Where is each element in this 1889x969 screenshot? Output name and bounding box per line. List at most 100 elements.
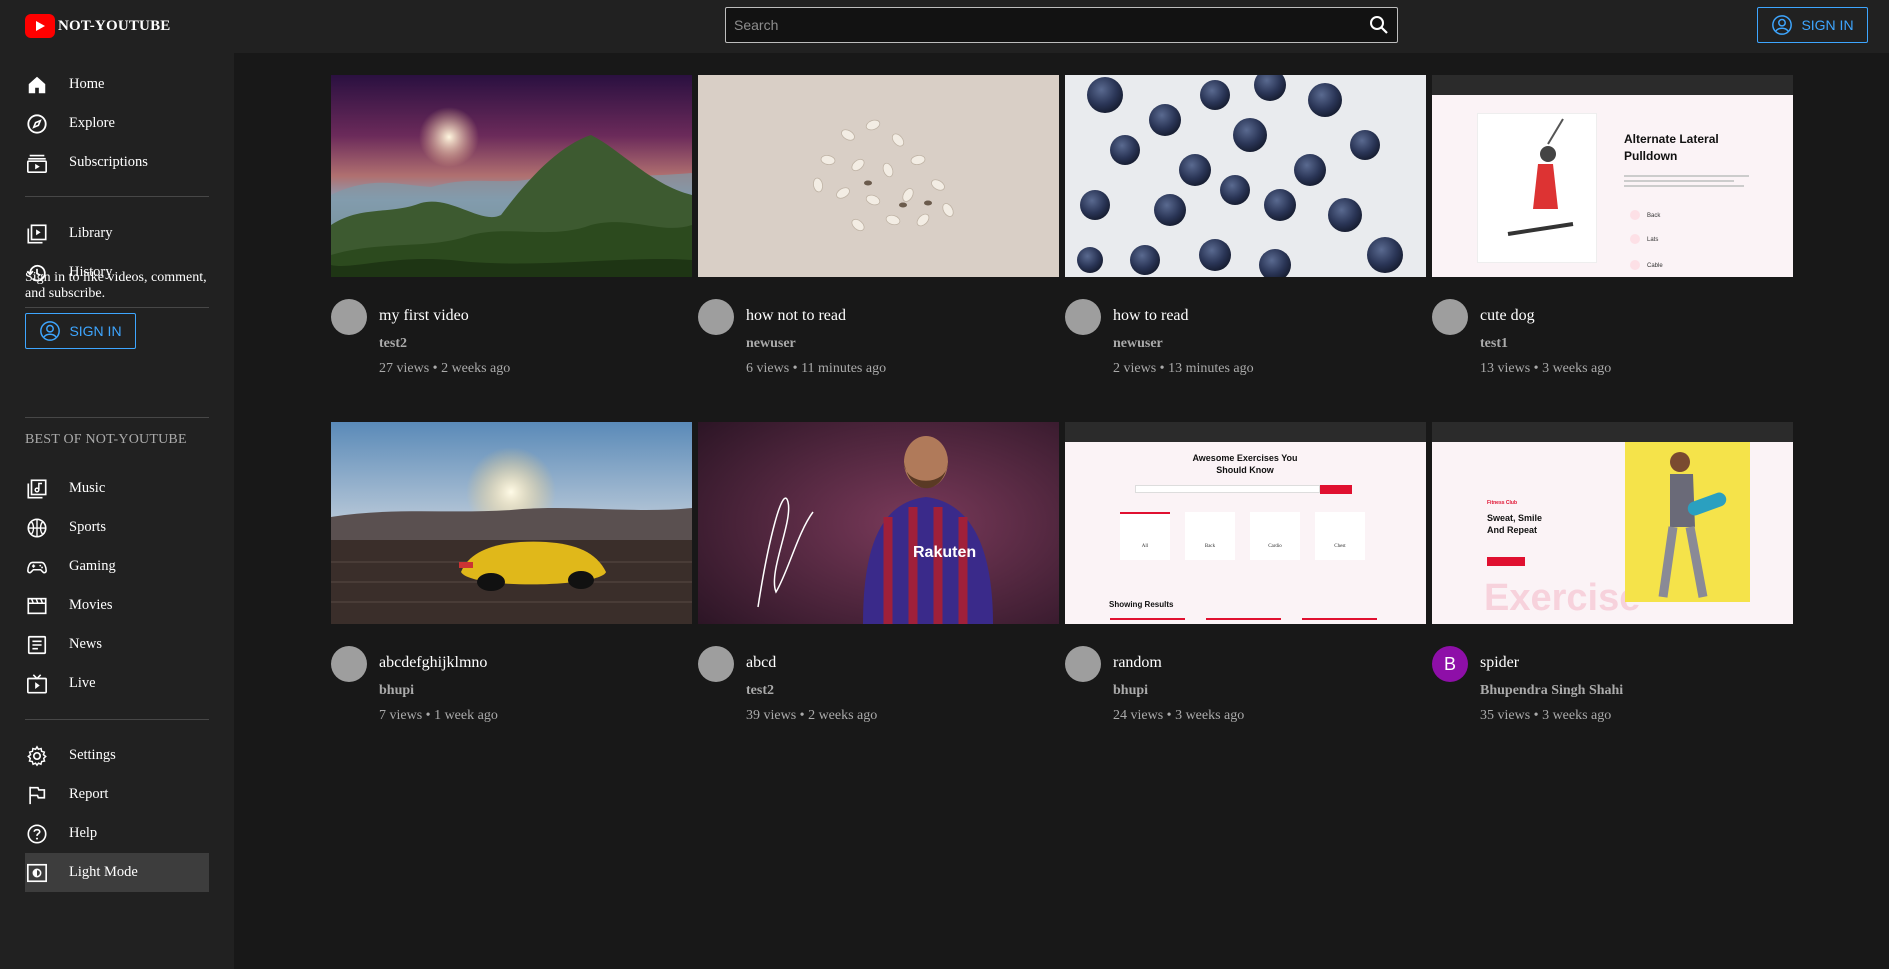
video-card[interactable]: Alternate Lateral Pulldown Back Lats Cab… xyxy=(1432,75,1793,376)
channel-name[interactable]: Bhupendra Singh Shahi xyxy=(1480,683,1623,699)
video-card[interactable]: my first video test2 27 views • 2 weeks … xyxy=(331,75,692,376)
video-meta: 2 views • 13 minutes ago xyxy=(1113,361,1254,376)
sidebar-item-live[interactable]: Live xyxy=(25,664,209,703)
jersey-sponsor: Rakuten xyxy=(913,544,976,561)
thumb-item: Lats xyxy=(1647,237,1659,243)
account-icon xyxy=(40,321,61,341)
video-title[interactable]: random xyxy=(1113,654,1162,672)
video-thumbnail[interactable] xyxy=(331,75,692,277)
gear-icon xyxy=(25,744,49,768)
thumb-cat: Cardio xyxy=(1268,544,1282,549)
sidebar-item-music[interactable]: Music xyxy=(25,469,209,508)
thumb-item: Back xyxy=(1647,213,1661,219)
search-box xyxy=(725,7,1398,43)
sidebar-item-label: Light Mode xyxy=(69,864,138,880)
video-thumbnail[interactable]: Fitness Club Sweat, Smile And Repeat Exe… xyxy=(1432,422,1793,624)
sidebar-sign-in-button[interactable]: SIGN IN xyxy=(25,313,136,349)
video-title[interactable]: abcd xyxy=(746,654,776,672)
sidebar-item-label: Settings xyxy=(69,747,116,763)
sidebar-item-settings[interactable]: Settings xyxy=(25,736,209,775)
sidebar-item-home[interactable]: Home xyxy=(25,65,209,104)
sign-in-button[interactable]: SIGN IN xyxy=(1757,7,1868,43)
channel-avatar[interactable] xyxy=(698,299,734,335)
channel-avatar[interactable]: B xyxy=(1432,646,1468,682)
channel-name[interactable]: test2 xyxy=(746,683,774,699)
video-title[interactable]: abcdefghijklmno xyxy=(379,654,487,672)
video-title[interactable]: spider xyxy=(1480,654,1519,672)
video-title[interactable]: how not to read xyxy=(746,307,846,325)
sidebar-item-label: Report xyxy=(69,786,109,802)
sidebar-item-label: News xyxy=(69,636,103,652)
video-meta: 35 views • 3 weeks ago xyxy=(1480,708,1612,723)
video-thumbnail[interactable] xyxy=(698,75,1059,277)
sidebar-item-report[interactable]: Report xyxy=(25,775,209,814)
sidebar-item-label: Explore xyxy=(69,115,115,131)
library-icon xyxy=(25,222,49,246)
channel-name[interactable]: bhupi xyxy=(1113,683,1148,699)
channel-name[interactable]: newuser xyxy=(746,336,796,352)
video-thumbnail[interactable] xyxy=(331,422,692,624)
video-card[interactable]: Fitness Club Sweat, Smile And Repeat Exe… xyxy=(1432,422,1793,723)
logo[interactable]: NOT-YOUTUBE xyxy=(25,14,171,38)
sidebar-item-label: Movies xyxy=(69,597,113,613)
sidebar-item-label: Music xyxy=(69,480,106,496)
brand-name: NOT-YOUTUBE xyxy=(58,17,171,34)
sign-in-label: SIGN IN xyxy=(1801,17,1854,33)
channel-avatar[interactable] xyxy=(698,646,734,682)
sidebar-item-subscriptions[interactable]: Subscriptions xyxy=(25,143,209,182)
video-title[interactable]: my first video xyxy=(379,307,469,325)
thumb-watermark: Exercise xyxy=(1484,577,1641,619)
channel-avatar[interactable] xyxy=(1065,646,1101,682)
sidebar-item-light-mode[interactable]: Light Mode xyxy=(25,853,209,892)
video-thumbnail[interactable]: Alternate Lateral Pulldown Back Lats Cab… xyxy=(1432,75,1793,277)
live-icon xyxy=(25,672,49,696)
help-icon xyxy=(25,822,49,846)
sidebar-item-label: Sports xyxy=(69,519,107,535)
video-thumbnail[interactable]: Rakuten xyxy=(698,422,1059,624)
video-meta: 6 views • 11 minutes ago xyxy=(746,361,887,376)
channel-avatar[interactable] xyxy=(1432,299,1468,335)
music-icon xyxy=(25,477,49,501)
flag-icon xyxy=(25,783,49,807)
thumb-item: Cable xyxy=(1647,263,1663,269)
sidebar-item-sports[interactable]: Sports xyxy=(25,508,209,547)
best-of-heading: BEST OF NOT-YOUTUBE xyxy=(25,432,187,447)
sidebar-divider xyxy=(25,719,209,720)
channel-name[interactable]: bhupi xyxy=(379,683,414,699)
subscriptions-icon xyxy=(25,151,49,175)
video-meta: 24 views • 3 weeks ago xyxy=(1113,708,1245,723)
sidebar-item-gaming[interactable]: Gaming xyxy=(25,547,209,586)
search-input[interactable] xyxy=(726,8,1346,42)
video-title[interactable]: cute dog xyxy=(1480,307,1535,325)
video-thumbnail[interactable] xyxy=(1065,75,1426,277)
channel-avatar[interactable] xyxy=(1065,299,1101,335)
sidebar-item-movies[interactable]: Movies xyxy=(25,586,209,625)
top-bar: NOT-YOUTUBE SIGN IN xyxy=(0,0,1889,53)
channel-name[interactable]: test1 xyxy=(1480,336,1508,352)
thumb-results: Showing Results xyxy=(1109,600,1174,609)
video-card[interactable]: abcdefghijklmno bhupi 7 views • 1 week a… xyxy=(331,422,692,723)
sidebar-item-library[interactable]: Library xyxy=(25,214,209,253)
video-card[interactable]: Rakuten abcd test2 39 views • 2 weeks ag… xyxy=(698,422,1059,723)
video-title[interactable]: how to read xyxy=(1113,307,1189,325)
sidebar-item-label: Live xyxy=(69,675,96,691)
video-meta: 7 views • 1 week ago xyxy=(379,708,498,723)
sidebar-item-label: Subscriptions xyxy=(69,154,148,170)
channel-avatar[interactable] xyxy=(331,299,367,335)
video-card[interactable]: how not to read newuser 6 views • 11 min… xyxy=(698,75,1059,376)
channel-name[interactable]: newuser xyxy=(1113,336,1163,352)
search-icon[interactable] xyxy=(1369,15,1389,35)
light-mode-icon xyxy=(25,861,49,885)
channel-avatar[interactable] xyxy=(331,646,367,682)
sidebar-item-explore[interactable]: Explore xyxy=(25,104,209,143)
video-card[interactable]: how to read newuser 2 views • 13 minutes… xyxy=(1065,75,1426,376)
movies-icon xyxy=(25,594,49,618)
video-thumbnail[interactable]: Awesome Exercises You Should Know All Ba… xyxy=(1065,422,1426,624)
thumb-heading: Alternate Lateral Pulldown xyxy=(1624,132,1719,163)
home-icon xyxy=(25,73,49,97)
video-card[interactable]: Awesome Exercises You Should Know All Ba… xyxy=(1065,422,1426,723)
sidebar-item-news[interactable]: News xyxy=(25,625,209,664)
sidebar-divider xyxy=(25,417,209,418)
sidebar-item-help[interactable]: Help xyxy=(25,814,209,853)
channel-name[interactable]: test2 xyxy=(379,336,407,352)
